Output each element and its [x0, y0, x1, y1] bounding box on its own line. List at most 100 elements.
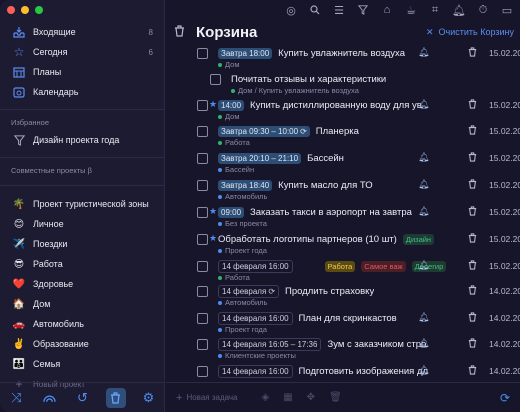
zoom-window-button[interactable] — [35, 6, 43, 14]
task-date-badge: 14 февраля 16:00 — [218, 364, 293, 378]
trash-icon[interactable] — [105, 387, 126, 408]
sidebar-toggle-icon[interactable]: ▭ — [500, 3, 514, 17]
trash-icon[interactable] — [468, 99, 477, 112]
minimize-window-button[interactable] — [21, 6, 29, 14]
sidebar-item-today[interactable]: ☆ Сегодня 6 — [0, 42, 165, 62]
task-deleted-date: 14.02.2024 — [489, 313, 520, 323]
trash-icon[interactable] — [468, 365, 477, 378]
sidebar-item-plans[interactable]: Планы — [0, 62, 165, 82]
task-row[interactable]: Почитать отзывы и характеристики Дом / Ку… — [210, 72, 520, 98]
task-checkbox[interactable] — [197, 261, 208, 272]
task-checkbox[interactable] — [197, 100, 208, 111]
list-icon[interactable]: ☰ — [332, 3, 346, 17]
inbox-icon — [9, 24, 29, 40]
trash-icon[interactable] — [468, 312, 477, 325]
star-icon: ☆ — [13, 45, 25, 59]
task-title: Зум с заказчиком стро — [327, 338, 427, 350]
task-checkbox[interactable] — [197, 339, 208, 350]
tag-icon[interactable]: ⌂ — [380, 3, 394, 17]
trash-icon[interactable] — [468, 260, 477, 273]
task-row[interactable]: ★ 09:00 Заказать такси в аэропорт на завтр… — [197, 205, 520, 231]
sidebar-item-calendar[interactable]: Календарь — [0, 82, 165, 102]
close-window-button[interactable] — [7, 6, 15, 14]
task-checkbox[interactable] — [197, 234, 208, 245]
sidebar-project-work[interactable]: 😎 Работа — [0, 254, 165, 274]
scan-icon[interactable]: ⌗ — [428, 3, 442, 17]
task-deleted-date: 15.02.2024 — [489, 234, 520, 244]
task-tag: Работа — [324, 260, 356, 272]
sidebar-item-favorite[interactable]: Дизайн проекта года — [0, 130, 165, 150]
task-title: Продлить страховку — [285, 285, 375, 297]
bell-icon: 🔔︎ — [418, 365, 430, 375]
task-row[interactable]: Завтра 18:00 Купить увлажнитель воздуха До… — [197, 46, 520, 72]
sidebar-project-family[interactable]: 👪 Семья — [0, 354, 165, 374]
focus-icon[interactable]: ◎ — [284, 3, 298, 17]
task-line: 09:00 Заказать такси в аэропорт на завтра — [218, 205, 412, 219]
shuffle-icon[interactable]: ⤨ — [7, 388, 27, 408]
task-checkbox[interactable] — [210, 74, 221, 85]
bell-icon[interactable]: 🔔︎ — [452, 3, 466, 17]
palm-icon: 🌴 — [12, 198, 26, 210]
trash-icon[interactable] — [468, 285, 477, 298]
task-line: 14 февраля 16:00 План для скринкастов — [218, 311, 397, 325]
trash-icon[interactable] — [468, 233, 477, 246]
sidebar-project-car[interactable]: 🚗 Автомобиль — [0, 314, 165, 334]
sidebar-project-home[interactable]: 🏠 Дом — [0, 294, 165, 314]
bottom-bar: + Новая задача ◈ ▦ ✥ 🗑︎ ⟳ — [166, 382, 520, 412]
task-title: Планерка — [315, 125, 359, 137]
task-row[interactable]: Завтра 18:40 Купить масло для ТО Автомобил… — [197, 178, 520, 204]
signal-icon[interactable] — [40, 388, 60, 408]
task-checkbox[interactable] — [197, 126, 208, 137]
trash-icon[interactable] — [468, 125, 477, 138]
car-icon: 🚗 — [12, 318, 26, 330]
task-deleted-date: 15.02.2024 — [489, 48, 520, 58]
gear-icon[interactable]: ⚙ — [139, 388, 159, 408]
trash-icon[interactable]: 🗑︎ — [329, 392, 342, 403]
task-row[interactable]: Завтра 20:10 – 21:10 Бассейн Бассейн 🔔︎ 15.0… — [197, 151, 520, 177]
trash-icon[interactable] — [468, 179, 477, 192]
move-icon[interactable]: ✥ — [307, 392, 315, 403]
new-task-label: Новая задача — [186, 393, 238, 402]
sidebar-project-education[interactable]: ✌️ Образование — [0, 334, 165, 354]
task-title: Заказать такси в аэропорт на завтра — [250, 206, 412, 218]
new-task-button[interactable]: + Новая задача — [176, 392, 238, 404]
clear-trash-button[interactable]: ✕ Очистить Корзину — [426, 27, 514, 38]
task-row[interactable]: 14 февраля ⟳ Продлить страховку Автомобиль 1… — [197, 284, 520, 310]
task-row[interactable]: Завтра 09:30 – 10:00 ⟳ Планерка Работа 15.02… — [197, 124, 520, 150]
task-row[interactable]: ★ 14:00 Купить дистиллированную воду для у… — [197, 98, 520, 124]
task-row[interactable]: 14 февраля 16:00 План для скринкастов Прое… — [197, 311, 520, 337]
layers-icon[interactable]: ◈ — [262, 392, 270, 403]
task-row[interactable]: ★ Обработать логотипы партнеров (10 шт) Ди… — [197, 232, 520, 258]
sidebar-project-health[interactable]: ❤️ Здоровье — [0, 274, 165, 294]
project-dot — [218, 353, 222, 358]
sidebar-item-label: Входящие — [33, 27, 76, 37]
sidebar-project-trips[interactable]: ✈️ Поездки — [0, 234, 165, 254]
search-icon[interactable] — [308, 3, 322, 17]
task-row[interactable]: 14 февраля 16:05 – 17:36 Зум с заказчиком… — [197, 337, 520, 363]
task-checkbox[interactable] — [197, 48, 208, 59]
coffee-icon[interactable]: ☕ — [404, 3, 418, 17]
refresh-icon[interactable]: ⟳ — [500, 391, 510, 405]
history-icon[interactable]: ↺ — [73, 388, 93, 408]
trash-icon[interactable] — [468, 338, 477, 351]
sidebar-project-tourism[interactable]: 🌴 Проект туристической зоны — [0, 194, 165, 214]
project-dot — [218, 300, 222, 305]
task-checkbox[interactable] — [197, 366, 208, 377]
task-checkbox[interactable] — [197, 180, 208, 191]
trash-icon[interactable] — [468, 206, 477, 219]
trash-icon[interactable] — [468, 152, 477, 165]
trash-icon[interactable] — [468, 47, 477, 60]
timer-icon[interactable]: ⏱︎ — [476, 3, 490, 17]
sidebar-project-personal[interactable]: 😊 Личное — [0, 214, 165, 234]
task-checkbox[interactable] — [197, 153, 208, 164]
task-project: Дом / Купить увлажнитель воздуха — [231, 86, 359, 95]
sidebar-item-inbox[interactable]: Входящие 8 — [0, 22, 165, 42]
bell-icon: 🔔︎ — [418, 206, 430, 216]
calendar-icon[interactable]: ▦ — [283, 392, 292, 403]
task-checkbox[interactable] — [197, 286, 208, 297]
filter-icon[interactable] — [356, 3, 370, 17]
task-row[interactable]: 14 февраля 16:00 Работа Самое важ Делегир Ра… — [197, 259, 520, 285]
sidebar-item-label: Сегодня — [33, 47, 68, 57]
task-checkbox[interactable] — [197, 207, 208, 218]
task-checkbox[interactable] — [197, 313, 208, 324]
